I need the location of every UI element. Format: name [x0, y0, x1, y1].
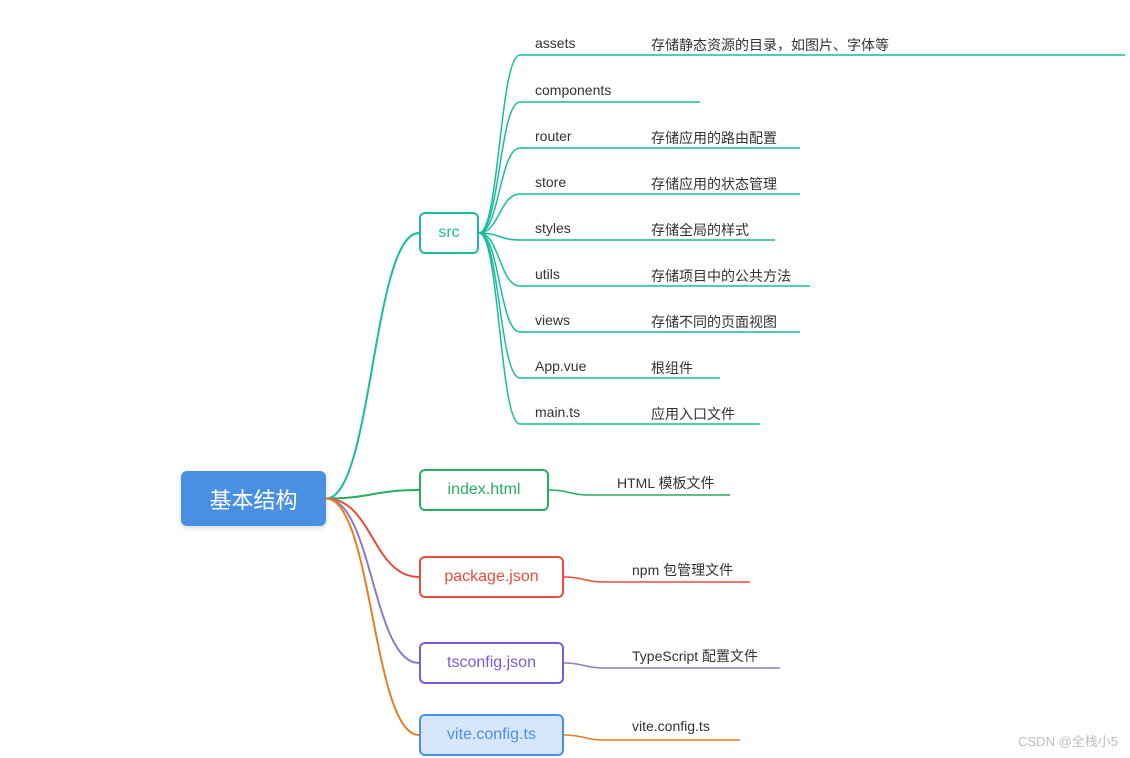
sub-label: utils — [535, 266, 560, 282]
sub-label: App.vue — [535, 358, 586, 374]
sub-label: main.ts — [535, 404, 580, 420]
sub-label: components — [535, 82, 611, 98]
sub-label: router — [535, 128, 572, 144]
sub-desc: 存储项目中的公共方法 — [651, 266, 791, 286]
desc-label: TypeScript 配置文件 — [632, 646, 758, 666]
root-node[interactable]: 基本结构 — [181, 471, 326, 526]
sub-desc: 存储全局的样式 — [651, 220, 749, 240]
sub-label: styles — [535, 220, 571, 236]
node-package[interactable]: package.json — [419, 556, 564, 598]
node-label: index.html — [448, 481, 521, 499]
node-label: vite.config.ts — [447, 726, 536, 744]
sub-desc: 存储应用的路由配置 — [651, 128, 777, 148]
node-label: src — [438, 224, 459, 242]
node-vite[interactable]: vite.config.ts — [419, 714, 564, 756]
sub-label: views — [535, 312, 570, 328]
sub-label: store — [535, 174, 566, 190]
node-label: package.json — [444, 568, 538, 586]
node-tsconfig[interactable]: tsconfig.json — [419, 642, 564, 684]
desc-label: npm 包管理文件 — [632, 560, 733, 580]
sub-desc: 根组件 — [651, 358, 693, 378]
node-index[interactable]: index.html — [419, 469, 549, 511]
sub-desc: 应用入口文件 — [651, 404, 735, 424]
desc-label: HTML 模板文件 — [617, 473, 714, 493]
node-label: tsconfig.json — [447, 654, 536, 672]
root-label: 基本结构 — [209, 483, 297, 515]
desc-label: vite.config.ts — [632, 718, 710, 734]
node-src[interactable]: src — [419, 212, 479, 254]
sub-label: assets — [535, 35, 575, 51]
watermark: CSDN @全栈小5 — [1018, 731, 1118, 750]
sub-desc: 存储不同的页面视图 — [651, 312, 777, 332]
sub-desc: 存储应用的状态管理 — [651, 174, 777, 194]
sub-desc: 存储静态资源的目录，如图片、字体等 — [651, 35, 889, 55]
